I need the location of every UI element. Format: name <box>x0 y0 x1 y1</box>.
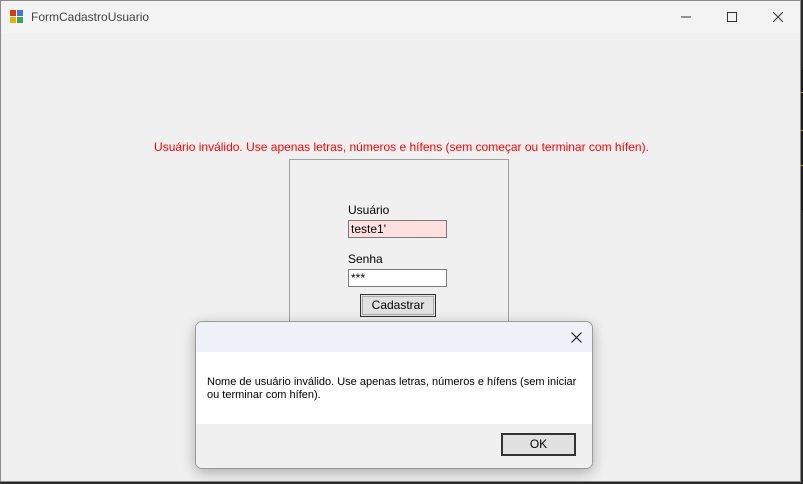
message-box-title-bar[interactable] <box>196 322 592 352</box>
password-label: Senha <box>348 252 383 266</box>
close-icon <box>570 331 582 343</box>
password-input[interactable]: *** <box>348 269 447 287</box>
message-box-text: Nome de usuário inválido. Use apenas let… <box>207 376 577 401</box>
message-box-footer: OK <box>196 424 592 468</box>
app-icon <box>10 10 23 23</box>
minimize-button[interactable] <box>663 1 709 33</box>
minimize-icon <box>681 16 691 18</box>
maximize-icon <box>727 12 737 22</box>
cadastrar-button[interactable]: Cadastrar <box>360 294 436 317</box>
message-box-close-button[interactable] <box>566 327 586 347</box>
validation-error-label: Usuário inválido. Use apenas letras, núm… <box>154 140 649 154</box>
title-bar[interactable]: FormCadastroUsuario <box>1 1 800 33</box>
window-title: FormCadastroUsuario <box>31 10 150 24</box>
username-label: Usuário <box>348 203 390 217</box>
username-input[interactable]: teste1' <box>348 220 447 238</box>
message-box: Nome de usuário inválido. Use apenas let… <box>195 321 593 469</box>
ok-button[interactable]: OK <box>501 433 576 456</box>
close-icon <box>773 12 783 22</box>
close-button[interactable] <box>755 1 801 33</box>
maximize-button[interactable] <box>709 1 755 33</box>
